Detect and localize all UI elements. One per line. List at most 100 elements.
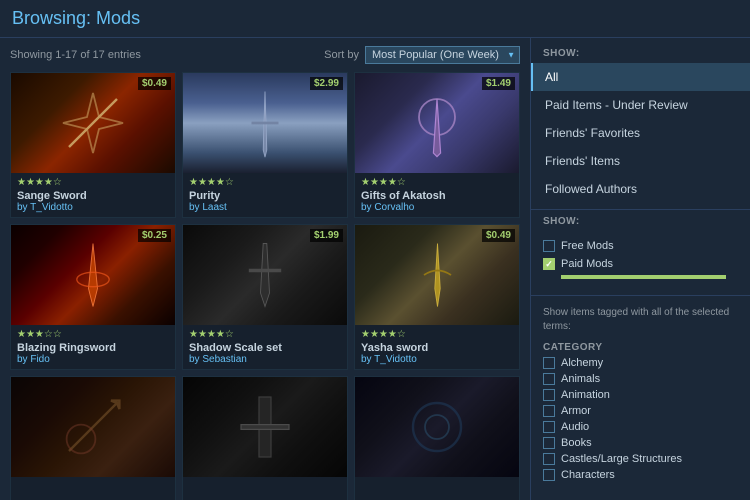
category-checkbox[interactable] bbox=[543, 469, 555, 481]
category-item-alchemy[interactable]: Alchemy bbox=[531, 355, 750, 371]
mods-grid: $0.49 ★★★★☆ Sange Sword by T_Vidotto $2.… bbox=[10, 72, 520, 500]
category-checkbox[interactable] bbox=[543, 357, 555, 369]
mod-artwork bbox=[27, 387, 158, 467]
category-checkbox[interactable] bbox=[543, 373, 555, 385]
price-badge: $0.49 bbox=[482, 229, 515, 242]
category-item-characters[interactable]: Characters bbox=[531, 467, 750, 483]
filter-friends-fav[interactable]: Friends' Favorites bbox=[531, 119, 750, 147]
free-mods-row[interactable]: Free Mods bbox=[543, 237, 738, 255]
entries-count: Showing 1-17 of 17 entries bbox=[10, 49, 141, 61]
mod-name: Blazing Ringsword bbox=[17, 342, 169, 354]
mod-author: by T_Vidotto bbox=[361, 354, 513, 365]
category-item-books[interactable]: Books bbox=[531, 435, 750, 451]
mod-card-bottom3[interactable] bbox=[354, 376, 520, 500]
mod-name: Purity bbox=[189, 190, 341, 202]
mod-thumb bbox=[355, 377, 519, 477]
mod-info: ★★★☆☆ Blazing Ringsword by Fido bbox=[11, 325, 175, 369]
category-item-armor[interactable]: Armor bbox=[531, 403, 750, 419]
filter-friends-items[interactable]: Friends' Items bbox=[531, 147, 750, 175]
price-badge: $1.99 bbox=[310, 229, 343, 242]
mod-author: by Fido bbox=[17, 354, 169, 365]
mod-stars: ★★★★☆ bbox=[361, 329, 513, 340]
category-label-text: Alchemy bbox=[561, 357, 603, 369]
mod-card-purity[interactable]: $2.99 ★★★★☆ Purity by Laast bbox=[182, 72, 348, 218]
mod-thumb: $0.25 bbox=[11, 225, 175, 325]
price-badge: $2.99 bbox=[310, 77, 343, 90]
mod-artwork bbox=[27, 235, 158, 315]
page-header: Browsing: Mods bbox=[0, 0, 750, 38]
filter-followed[interactable]: Followed Authors bbox=[531, 175, 750, 203]
free-mods-label: Free Mods bbox=[561, 240, 614, 252]
free-mods-checkbox[interactable] bbox=[543, 240, 555, 252]
mod-stars: ★★★★☆ bbox=[189, 177, 341, 188]
mod-thumb: $0.49 bbox=[11, 73, 175, 173]
price-badge: $0.25 bbox=[138, 229, 171, 242]
mod-card-bottom2[interactable] bbox=[182, 376, 348, 500]
price-badge: $0.49 bbox=[138, 77, 171, 90]
mod-thumb: $0.49 bbox=[355, 225, 519, 325]
category-checkbox[interactable] bbox=[543, 405, 555, 417]
mod-info: ★★★★☆ Yasha sword by T_Vidotto bbox=[355, 325, 519, 369]
sort-select[interactable]: Most Popular (One Week) Most Popular (Al… bbox=[365, 46, 520, 64]
category-item-animation[interactable]: Animation bbox=[531, 387, 750, 403]
divider-1 bbox=[531, 209, 750, 210]
mod-stars: ★★★★☆ bbox=[361, 177, 513, 188]
mod-card-yasha[interactable]: $0.49 ★★★★☆ Yasha sword by T_Vidotto bbox=[354, 224, 520, 370]
mod-stars: ★★★★☆ bbox=[17, 177, 169, 188]
show-label-2: SHOW: bbox=[531, 216, 750, 231]
paid-mods-checkbox[interactable]: ✓ bbox=[543, 258, 555, 270]
category-checkbox[interactable] bbox=[543, 437, 555, 449]
mod-name: Yasha sword bbox=[361, 342, 513, 354]
filter-paid-review[interactable]: Paid Items - Under Review bbox=[531, 91, 750, 119]
mod-card-bottom1[interactable] bbox=[10, 376, 176, 500]
paid-mods-bar bbox=[561, 275, 726, 279]
price-badge: $1.49 bbox=[482, 77, 515, 90]
sort-area: Sort by Most Popular (One Week) Most Pop… bbox=[324, 46, 520, 64]
paid-mods-row[interactable]: ✓ Paid Mods bbox=[543, 255, 738, 273]
mod-name: Sange Sword bbox=[17, 190, 169, 202]
mod-card-blazing[interactable]: $0.25 ★★★☆☆ Blazing Ringsword by Fido bbox=[10, 224, 176, 370]
mod-thumb: $1.99 bbox=[183, 225, 347, 325]
paid-mods-label: Paid Mods bbox=[561, 258, 613, 270]
mod-thumb bbox=[11, 377, 175, 477]
category-label-text: Castles/Large Structures bbox=[561, 453, 682, 465]
mod-author: by Laast bbox=[189, 202, 341, 213]
category-label-text: Characters bbox=[561, 469, 615, 481]
content-area: Showing 1-17 of 17 entries Sort by Most … bbox=[0, 38, 530, 500]
category-checkbox[interactable] bbox=[543, 453, 555, 465]
page-title: Browsing: Mods bbox=[12, 8, 140, 28]
category-label-text: Armor bbox=[561, 405, 591, 417]
sort-label: Sort by bbox=[324, 49, 359, 61]
filter-all[interactable]: All bbox=[531, 63, 750, 91]
mod-card-sange[interactable]: $0.49 ★★★★☆ Sange Sword by T_Vidotto bbox=[10, 72, 176, 218]
mod-thumb: $2.99 bbox=[183, 73, 347, 173]
category-label-text: Audio bbox=[561, 421, 589, 433]
mod-name: Gifts of Akatosh bbox=[361, 190, 513, 202]
mod-artwork bbox=[199, 235, 330, 315]
mod-info: ★★★★☆ Sange Sword by T_Vidotto bbox=[11, 173, 175, 217]
mod-card-akatosh[interactable]: $1.49 ★★★★☆ Gifts of Akatosh by Corvalho bbox=[354, 72, 520, 218]
mod-artwork bbox=[199, 83, 330, 163]
mod-info: ★★★★☆ Gifts of Akatosh by Corvalho bbox=[355, 173, 519, 217]
category-item-castles-large-structures[interactable]: Castles/Large Structures bbox=[531, 451, 750, 467]
category-item-audio[interactable]: Audio bbox=[531, 419, 750, 435]
category-list: Alchemy Animals Animation Armor Audio Bo… bbox=[531, 355, 750, 483]
mod-name: Shadow Scale set bbox=[189, 342, 341, 354]
mod-info: ★★★★☆ Purity by Laast bbox=[183, 173, 347, 217]
mod-card-shadow[interactable]: $1.99 ★★★★☆ Shadow Scale set by Sebastia… bbox=[182, 224, 348, 370]
mod-author: by Sebastian bbox=[189, 354, 341, 365]
mod-artwork bbox=[27, 83, 158, 163]
show-items-text: Show items tagged with all of the select… bbox=[531, 302, 750, 338]
category-item-animals[interactable]: Animals bbox=[531, 371, 750, 387]
show-label: SHOW: bbox=[531, 48, 750, 63]
mod-artwork bbox=[371, 83, 502, 163]
mod-artwork bbox=[371, 387, 502, 467]
mod-thumb: $1.49 bbox=[355, 73, 519, 173]
sort-wrapper: Most Popular (One Week) Most Popular (Al… bbox=[365, 46, 520, 64]
category-label-text: Animation bbox=[561, 389, 610, 401]
mod-author: by T_Vidotto bbox=[17, 202, 169, 213]
category-checkbox[interactable] bbox=[543, 389, 555, 401]
mod-stars: ★★★☆☆ bbox=[17, 329, 169, 340]
mod-artwork bbox=[199, 387, 330, 467]
category-checkbox[interactable] bbox=[543, 421, 555, 433]
